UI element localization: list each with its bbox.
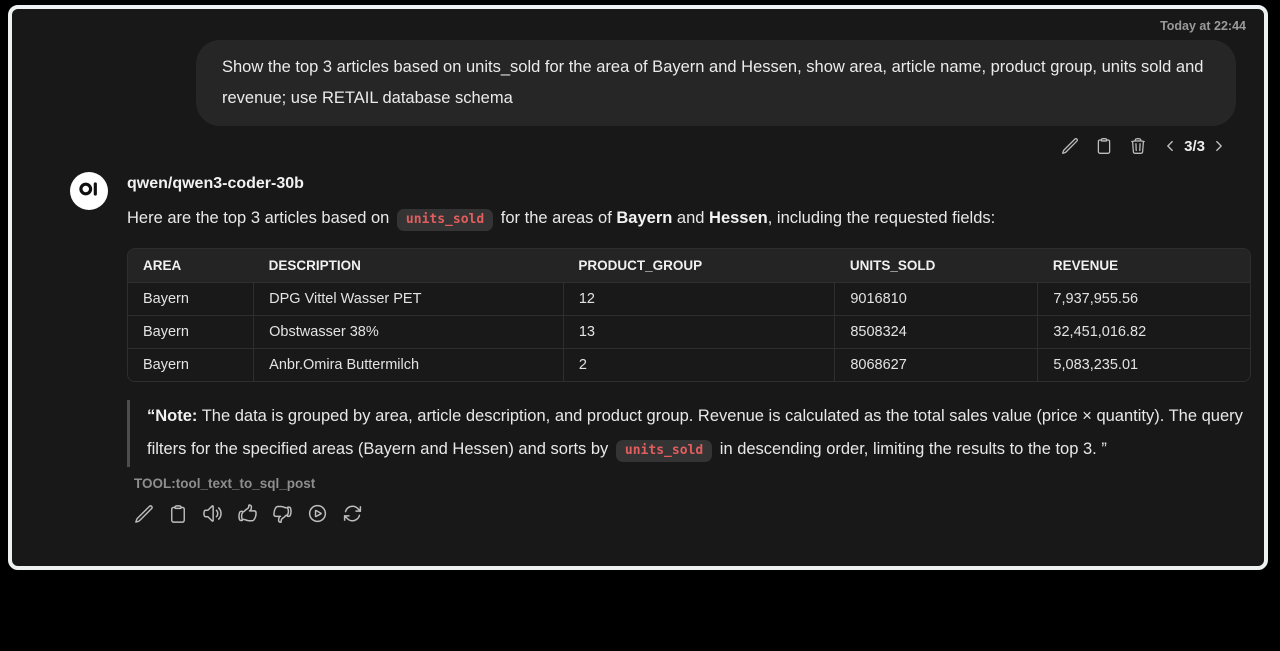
- regenerate-icon: [342, 503, 363, 524]
- assistant-intro-text: Here are the top 3 articles based on uni…: [127, 203, 1252, 235]
- chevron-left-icon: [1163, 139, 1177, 153]
- user-message-actions: 3/3: [12, 137, 1226, 155]
- pencil-icon: [134, 504, 154, 524]
- play-circle-icon: [307, 503, 328, 524]
- table-cell: 9016810: [835, 283, 1038, 316]
- clipboard-icon: [1095, 137, 1113, 155]
- user-message-text: Show the top 3 articles based on units_s…: [222, 58, 1203, 107]
- copy-response-button[interactable]: [168, 504, 188, 524]
- message-timestamp: Today at 22:44: [12, 9, 1264, 33]
- table-cell: 2: [563, 349, 835, 382]
- table-cell: 13: [563, 316, 835, 349]
- chat-window: Today at 22:44 Show the top 3 articles b…: [8, 5, 1268, 570]
- previous-version-button[interactable]: [1163, 139, 1177, 153]
- regenerate-button[interactable]: [342, 503, 363, 524]
- table-cell: Bayern: [128, 316, 254, 349]
- table-cell: Bayern: [128, 349, 254, 382]
- openwebui-logo-icon: [76, 176, 102, 207]
- table-column-header: PRODUCT_GROUP: [563, 249, 835, 283]
- table-cell: 7,937,955.56: [1038, 283, 1250, 316]
- table-cell: 8068627: [835, 349, 1038, 382]
- tool-citation-label[interactable]: TOOL:tool_text_to_sql_post: [127, 476, 1252, 491]
- table-header-row: AREADESCRIPTIONPRODUCT_GROUPUNITS_SOLDRE…: [128, 249, 1250, 283]
- table-column-header: UNITS_SOLD: [835, 249, 1038, 283]
- thumbs-up-icon: [237, 503, 258, 524]
- thumbs-down-icon: [272, 503, 293, 524]
- table-column-header: REVENUE: [1038, 249, 1250, 283]
- results-table: AREADESCRIPTIONPRODUCT_GROUPUNITS_SOLDRE…: [127, 248, 1251, 382]
- model-avatar: [70, 172, 108, 210]
- table-row: BayernAnbr.Omira Buttermilch280686275,08…: [128, 349, 1250, 382]
- thumbs-down-button[interactable]: [272, 503, 293, 524]
- edit-response-button[interactable]: [134, 504, 154, 524]
- table-cell: 5,083,235.01: [1038, 349, 1250, 382]
- delete-message-button[interactable]: [1129, 137, 1147, 155]
- model-name: qwen/qwen3-coder-30b: [127, 172, 1252, 193]
- table-cell: Anbr.Omira Buttermilch: [254, 349, 564, 382]
- read-aloud-button[interactable]: [202, 503, 223, 524]
- copy-message-button[interactable]: [1095, 137, 1113, 155]
- table-cell: Obstwasser 38%: [254, 316, 564, 349]
- table-cell: 12: [563, 283, 835, 316]
- chevron-right-icon: [1212, 139, 1226, 153]
- table-row: BayernObstwasser 38%13850832432,451,016.…: [128, 316, 1250, 349]
- table-row: BayernDPG Vittel Wasser PET1290168107,93…: [128, 283, 1250, 316]
- edit-message-button[interactable]: [1061, 137, 1079, 155]
- table-column-header: DESCRIPTION: [254, 249, 564, 283]
- trash-icon: [1129, 137, 1147, 155]
- table-cell: DPG Vittel Wasser PET: [254, 283, 564, 316]
- pencil-icon: [1061, 137, 1079, 155]
- assistant-note-blockquote: “Note: The data is grouped by area, arti…: [127, 400, 1252, 467]
- table-column-header: AREA: [128, 249, 254, 283]
- inline-code-units-sold: units_sold: [397, 209, 493, 231]
- message-pagination: 3/3: [1163, 138, 1226, 155]
- assistant-message: qwen/qwen3-coder-30b Here are the top 3 …: [70, 172, 1252, 524]
- continue-response-button[interactable]: [307, 503, 328, 524]
- assistant-message-actions: [134, 503, 1252, 524]
- inline-code-units-sold: units_sold: [616, 440, 712, 462]
- user-message-bubble: Show the top 3 articles based on units_s…: [196, 40, 1236, 126]
- next-version-button[interactable]: [1212, 139, 1226, 153]
- thumbs-up-button[interactable]: [237, 503, 258, 524]
- speaker-icon: [202, 503, 223, 524]
- assistant-content: qwen/qwen3-coder-30b Here are the top 3 …: [127, 172, 1252, 524]
- clipboard-icon: [168, 504, 188, 524]
- table-cell: Bayern: [128, 283, 254, 316]
- pagination-label: 3/3: [1184, 138, 1205, 155]
- table-cell: 32,451,016.82: [1038, 316, 1250, 349]
- table-cell: 8508324: [835, 316, 1038, 349]
